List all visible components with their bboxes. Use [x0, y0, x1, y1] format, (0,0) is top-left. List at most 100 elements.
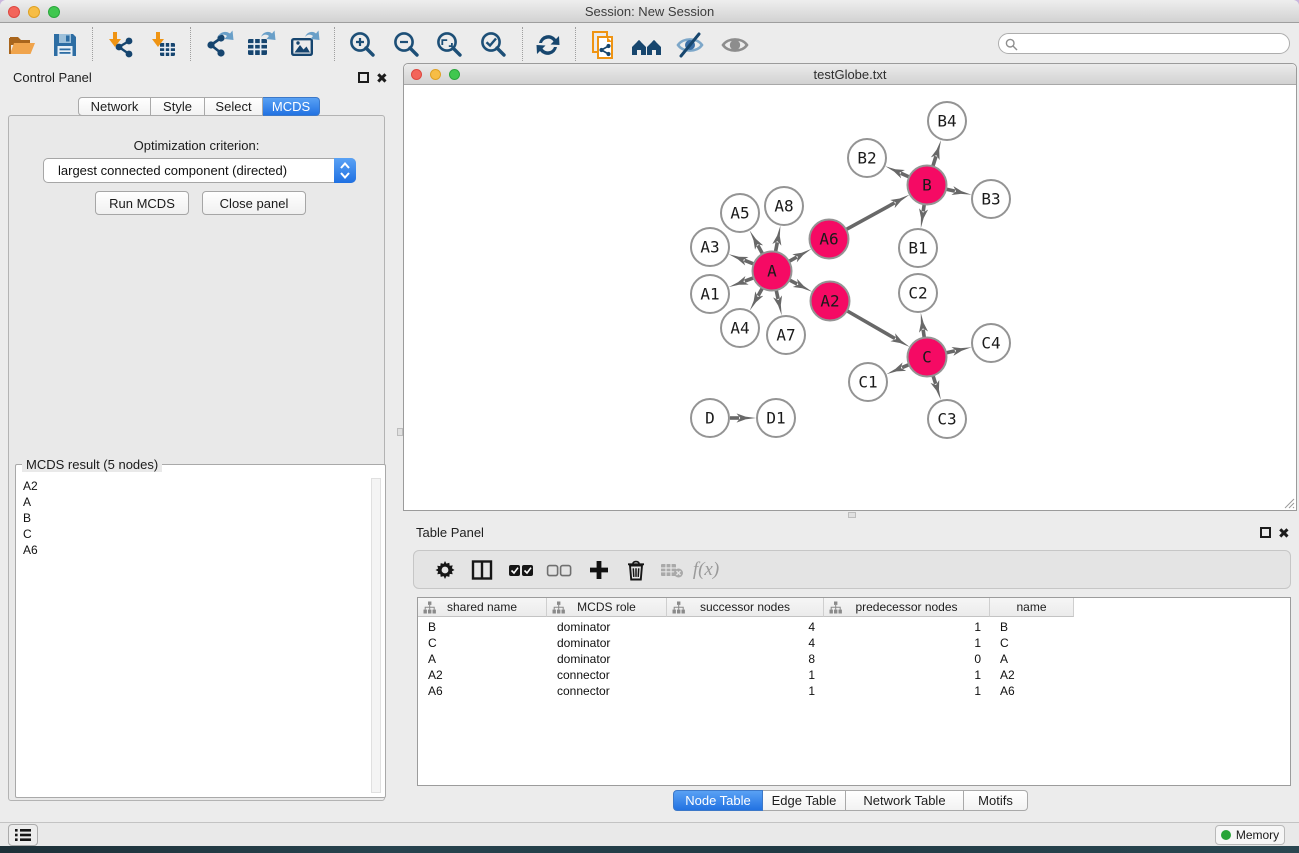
- table-close-icon[interactable]: ✖: [1278, 528, 1290, 539]
- mcds-result-item[interactable]: A2: [18, 478, 371, 494]
- graph-node-A8[interactable]: A8: [765, 187, 803, 225]
- tab-node-table[interactable]: Node Table: [673, 790, 763, 811]
- graph-node-A[interactable]: A: [753, 252, 792, 291]
- float-panel-icon[interactable]: [358, 72, 369, 83]
- save-session-icon[interactable]: [48, 28, 82, 62]
- graph-edge-A-A3[interactable]: [745, 260, 754, 263]
- export-network-icon[interactable]: [203, 28, 237, 62]
- graph-edge-A-A4[interactable]: [758, 288, 762, 295]
- graph-edge-A2-C[interactable]: [847, 311, 895, 339]
- graph-node-B1[interactable]: B1: [899, 229, 937, 267]
- graph-node-B2[interactable]: B2: [848, 139, 886, 177]
- graph-node-B3[interactable]: B3: [972, 180, 1010, 218]
- tab-style[interactable]: Style: [151, 97, 205, 116]
- show-all-icon[interactable]: [718, 28, 752, 62]
- open-session-icon[interactable]: [5, 28, 39, 62]
- table-row[interactable]: Cdominator41C: [418, 635, 1290, 651]
- mcds-result-scrollbar[interactable]: [371, 478, 381, 793]
- column-header-MCDS-role[interactable]: MCDS role: [547, 598, 667, 617]
- task-history-button[interactable]: [8, 824, 38, 846]
- graph-edge-C-C2[interactable]: [923, 330, 924, 338]
- zoom-fit-icon[interactable]: [432, 28, 466, 62]
- graph-node-A6[interactable]: A6: [810, 220, 849, 259]
- graph-edge-A-A6[interactable]: [789, 257, 796, 261]
- graph-edge-B-B1[interactable]: [923, 205, 924, 212]
- graph-edge-A-A7[interactable]: [776, 291, 778, 299]
- graph-edge-A-A2[interactable]: [790, 280, 797, 284]
- tab-edge-table[interactable]: Edge Table: [763, 790, 846, 811]
- delete-table-icon[interactable]: [657, 555, 687, 585]
- deselect-checks-icon[interactable]: [544, 555, 574, 585]
- tab-motifs[interactable]: Motifs: [964, 790, 1028, 811]
- zoom-out-icon[interactable]: [389, 28, 423, 62]
- graph-edge-C-C1[interactable]: [902, 365, 909, 368]
- function-builder-icon[interactable]: f(x): [691, 555, 721, 585]
- graph-node-A7[interactable]: A7: [767, 316, 805, 354]
- first-neighbors-icon[interactable]: [630, 28, 664, 62]
- add-row-icon[interactable]: [584, 555, 614, 585]
- mcds-result-item[interactable]: B: [18, 510, 371, 526]
- graph-edge-B-B3[interactable]: [947, 189, 955, 191]
- tab-network[interactable]: Network: [78, 97, 151, 116]
- table-row[interactable]: A6connector11A6: [418, 683, 1290, 699]
- graph-edge-A-A5[interactable]: [758, 245, 762, 253]
- zoom-in-icon[interactable]: [345, 28, 379, 62]
- graph-edge-C-C3[interactable]: [933, 376, 936, 384]
- export-image-icon[interactable]: [288, 28, 322, 62]
- graph-edge-A-A8[interactable]: [776, 242, 778, 251]
- graph-node-D1[interactable]: D1: [757, 399, 795, 437]
- export-table-icon[interactable]: [244, 28, 278, 62]
- mcds-result-item[interactable]: C: [18, 526, 371, 542]
- graph-edge-B-B4[interactable]: [933, 156, 936, 166]
- network-canvas[interactable]: B4 B2 B B3 B1 A5A8A6 A3 A A1 A2 C2 A4A7 C4 C C1 C3 D D1: [404, 86, 1296, 510]
- delete-icon[interactable]: [621, 555, 651, 585]
- duplicate-network-icon[interactable]: [587, 28, 621, 62]
- window-resize-grip[interactable]: [1284, 498, 1295, 509]
- memory-button[interactable]: Memory: [1215, 825, 1285, 845]
- graph-node-C3[interactable]: C3: [928, 400, 966, 438]
- tab-select[interactable]: Select: [205, 97, 263, 116]
- close-panel-icon[interactable]: ✖: [376, 73, 388, 84]
- import-network-icon[interactable]: [103, 28, 137, 62]
- graph-node-B4[interactable]: B4: [928, 102, 966, 140]
- column-header-predecessor-nodes[interactable]: predecessor nodes: [824, 598, 990, 617]
- graph-edge-A6-B[interactable]: [847, 203, 895, 229]
- graph-node-C[interactable]: C: [908, 338, 947, 377]
- graph-node-C4[interactable]: C4: [972, 324, 1010, 362]
- graph-node-A1[interactable]: A1: [691, 275, 729, 313]
- mcds-result-list[interactable]: A2ABCA6: [18, 478, 371, 794]
- column-header-shared-name[interactable]: shared name: [418, 598, 547, 617]
- horizontal-splitter-handle[interactable]: [848, 512, 856, 518]
- graph-edge-C-C4[interactable]: [947, 351, 955, 353]
- column-header-name[interactable]: name: [990, 598, 1074, 617]
- column-header-successor-nodes[interactable]: successor nodes: [667, 598, 824, 617]
- tab-network-table[interactable]: Network Table: [846, 790, 964, 811]
- split-view-icon[interactable]: [467, 555, 497, 585]
- graph-node-A3[interactable]: A3: [691, 228, 729, 266]
- table-settings-icon[interactable]: [430, 555, 460, 585]
- close-panel-button[interactable]: Close panel: [202, 191, 306, 215]
- graph-node-A5[interactable]: A5: [721, 194, 759, 232]
- table-float-icon[interactable]: [1260, 527, 1271, 538]
- run-mcds-button[interactable]: Run MCDS: [95, 191, 189, 215]
- graph-node-A4[interactable]: A4: [721, 309, 759, 347]
- criterion-dropdown[interactable]: largest connected component (directed): [43, 158, 356, 183]
- graph-node-C1[interactable]: C1: [849, 363, 887, 401]
- mcds-result-item[interactable]: A6: [18, 542, 371, 558]
- search-input[interactable]: [998, 33, 1290, 54]
- select-all-checks-icon[interactable]: [506, 555, 536, 585]
- graph-node-D[interactable]: D: [691, 399, 729, 437]
- table-row[interactable]: Adominator80A: [418, 651, 1290, 667]
- tab-mcds[interactable]: MCDS: [263, 97, 320, 116]
- graph-node-C2[interactable]: C2: [899, 274, 937, 312]
- table-row[interactable]: A2connector11A2: [418, 667, 1290, 683]
- mcds-result-item[interactable]: A: [18, 494, 371, 510]
- table-row[interactable]: Bdominator41B: [418, 619, 1290, 635]
- graph-node-A2[interactable]: A2: [811, 282, 850, 321]
- zoom-selected-icon[interactable]: [476, 28, 510, 62]
- refresh-icon[interactable]: [531, 28, 565, 62]
- hide-selected-icon[interactable]: [673, 28, 707, 62]
- import-table-icon[interactable]: [146, 28, 180, 62]
- graph-edge-A-A1[interactable]: [745, 278, 754, 281]
- graph-node-B[interactable]: B: [908, 166, 947, 205]
